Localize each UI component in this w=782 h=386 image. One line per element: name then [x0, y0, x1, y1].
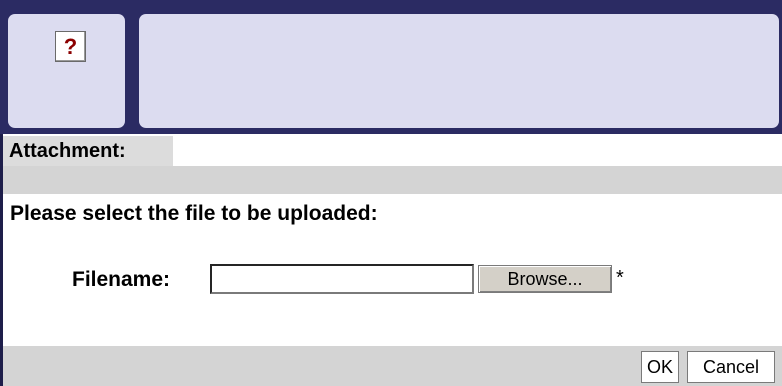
header-title-panel — [139, 14, 779, 128]
cancel-button[interactable]: Cancel — [687, 351, 775, 383]
filename-row: Filename: Browse... * — [3, 260, 782, 300]
filename-label: Filename: — [72, 268, 171, 291]
separator-band — [3, 166, 782, 194]
filename-input[interactable] — [210, 264, 474, 294]
ok-button[interactable]: OK — [641, 351, 679, 383]
upload-prompt: Please select the file to be uploaded: — [10, 202, 378, 225]
browse-button[interactable]: Browse... — [478, 265, 612, 293]
attachment-label: Attachment: — [3, 136, 173, 166]
help-icon[interactable]: ? — [55, 31, 86, 62]
header-help-panel: ? — [8, 14, 125, 128]
required-marker: * — [616, 267, 624, 289]
attachment-row: Attachment: — [3, 136, 782, 166]
header-bar: ? — [0, 0, 782, 134]
